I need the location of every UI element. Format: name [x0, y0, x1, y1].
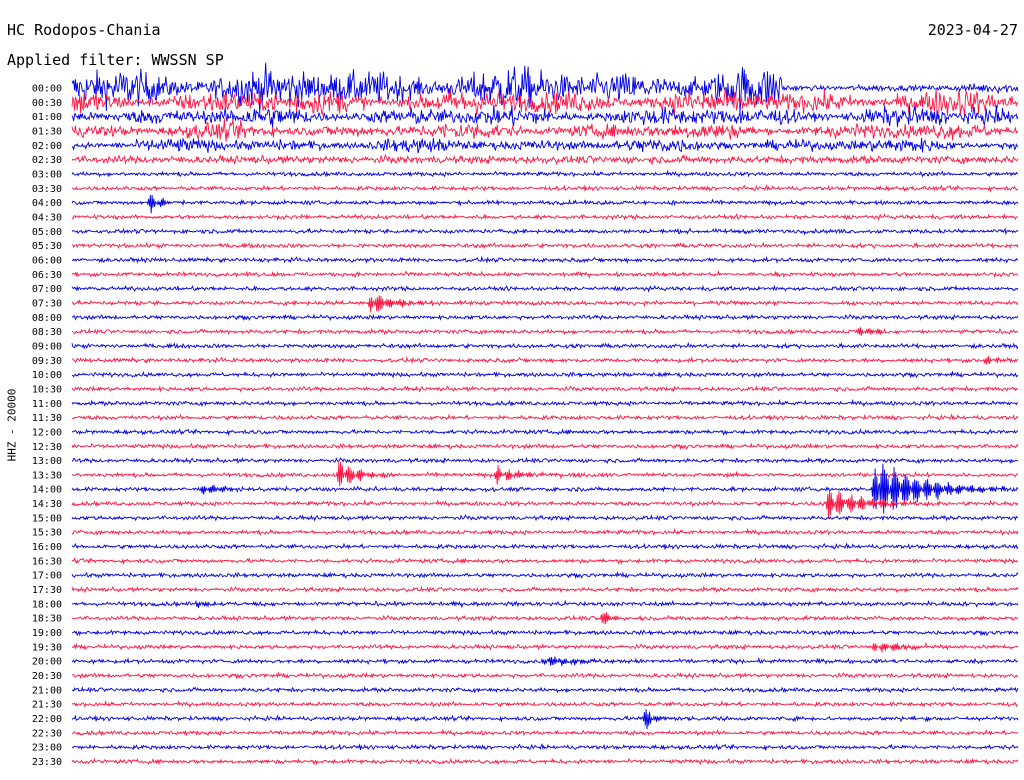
trace-row-1800: [71, 599, 1019, 609]
trace-row-0430: [71, 212, 1019, 222]
row-time-label: 16:00: [32, 542, 62, 553]
trace-row-2230: [71, 728, 1019, 737]
row-time-label: 07:30: [32, 298, 62, 309]
trace-group: [71, 62, 1019, 766]
row-time-label: 04:00: [32, 198, 62, 209]
trace-row-1830: [71, 612, 1019, 625]
row-time-label: 08:30: [32, 327, 62, 338]
row-time-label: 07:00: [32, 284, 62, 295]
row-time-label: 17:00: [32, 571, 62, 582]
row-time-label: 02:00: [32, 141, 62, 152]
row-time-label: 22:30: [32, 728, 62, 739]
trace-row-1030: [71, 385, 1019, 393]
trace-row-1900: [71, 628, 1019, 637]
trace-row-1000: [71, 370, 1019, 379]
trace-row-0530: [71, 241, 1019, 250]
trace-row-0800: [71, 313, 1019, 322]
trace-row-0500: [71, 227, 1019, 236]
time-label-group: 00:00 00:30 01:00 01:30 02:00 02:30 03:00 03:30…: [32, 84, 62, 769]
trace-row-2130: [71, 699, 1019, 708]
trace-row-1200: [71, 428, 1019, 437]
row-time-label: 01:00: [32, 112, 62, 123]
trace-row-1730: [71, 585, 1019, 594]
row-time-label: 15:00: [32, 513, 62, 524]
row-time-label: 09:00: [32, 341, 62, 352]
row-time-label: 19:00: [32, 628, 62, 639]
row-time-label: 16:30: [32, 556, 62, 567]
trace-row-0000: [71, 62, 1019, 115]
trace-row-1300: [71, 456, 1019, 465]
row-time-label: 06:30: [32, 270, 62, 281]
row-time-label: 17:30: [32, 585, 62, 596]
trace-row-0630: [71, 270, 1019, 279]
row-time-label: 19:30: [32, 642, 62, 653]
row-time-label: 14:00: [32, 485, 62, 496]
row-time-label: 21:30: [32, 700, 62, 711]
trace-row-2100: [71, 685, 1019, 694]
row-time-label: 14:30: [32, 499, 62, 510]
row-time-label: 13:00: [32, 456, 62, 467]
trace-row-1530: [71, 527, 1019, 536]
row-time-label: 11:00: [32, 399, 62, 410]
row-time-label: 09:30: [32, 356, 62, 367]
row-time-label: 05:00: [32, 227, 62, 238]
trace-row-1600: [71, 542, 1019, 550]
row-time-label: 05:30: [32, 241, 62, 252]
row-time-label: 10:30: [32, 384, 62, 395]
trace-row-0330: [71, 184, 1019, 193]
row-time-label: 08:00: [32, 313, 62, 324]
row-time-label: 11:30: [32, 413, 62, 424]
helicorder-plot: 00:00 00:30 01:00 01:30 02:00 02:30 03:00 03:30…: [32, 62, 1019, 769]
trace-row-2000: [71, 656, 1018, 667]
trace-row-1700: [71, 570, 1019, 580]
row-time-label: 02:30: [32, 155, 62, 166]
station-title: HC Rodopos-Chania: [7, 21, 161, 39]
row-time-label: 00:30: [32, 98, 62, 109]
row-time-label: 22:00: [32, 714, 62, 725]
row-time-label: 03:30: [32, 184, 62, 195]
row-time-label: 20:30: [32, 671, 62, 682]
trace-row-0900: [71, 341, 1019, 350]
record-date: 2023-04-27: [927, 21, 1018, 39]
trace-row-0700: [71, 284, 1019, 293]
row-time-label: 01:30: [32, 126, 62, 137]
row-time-label: 23:00: [32, 743, 62, 754]
trace-row-0300: [71, 169, 1019, 178]
trace-row-0200: [71, 137, 1019, 154]
trace-row-2330: [71, 757, 1019, 766]
trace-row-1130: [71, 413, 1019, 422]
row-time-label: 12:30: [32, 442, 62, 453]
trace-row-1930: [71, 641, 1019, 653]
trace-row-1500: [71, 514, 1019, 522]
trace-row-1400: [71, 463, 1019, 514]
filter-label: Applied filter: WWSSN SP: [7, 51, 224, 69]
row-time-label: 06:00: [32, 255, 62, 266]
trace-row-0730: [71, 295, 1019, 313]
row-time-label: 00:00: [32, 84, 62, 95]
trace-row-2200: [71, 709, 1019, 730]
row-time-label: 13:30: [32, 470, 62, 481]
row-time-label: 20:00: [32, 657, 62, 668]
row-time-label: 03:00: [32, 169, 62, 180]
row-time-label: 15:30: [32, 528, 62, 539]
row-time-label: 18:00: [32, 599, 62, 610]
row-time-label: 12:00: [32, 427, 62, 438]
trace-row-1330: [71, 461, 1019, 487]
row-time-label: 04:30: [32, 212, 62, 223]
trace-row-0400: [71, 194, 1019, 214]
trace-row-2300: [71, 743, 1019, 752]
trace-row-0830: [71, 327, 1019, 336]
trace-row-0230: [71, 153, 1019, 166]
trace-row-1100: [71, 398, 1019, 408]
trace-row-1630: [71, 556, 1019, 566]
trace-row-2030: [71, 671, 1019, 680]
row-time-label: 21:00: [32, 685, 62, 696]
row-time-label: 18:30: [32, 614, 62, 625]
trace-row-1230: [71, 442, 1019, 451]
row-time-label: 10:00: [32, 370, 62, 381]
trace-row-0130: [71, 118, 1019, 142]
trace-row-0930: [71, 355, 1019, 365]
trace-row-0600: [71, 255, 1019, 265]
row-time-label: 23:30: [32, 757, 62, 768]
